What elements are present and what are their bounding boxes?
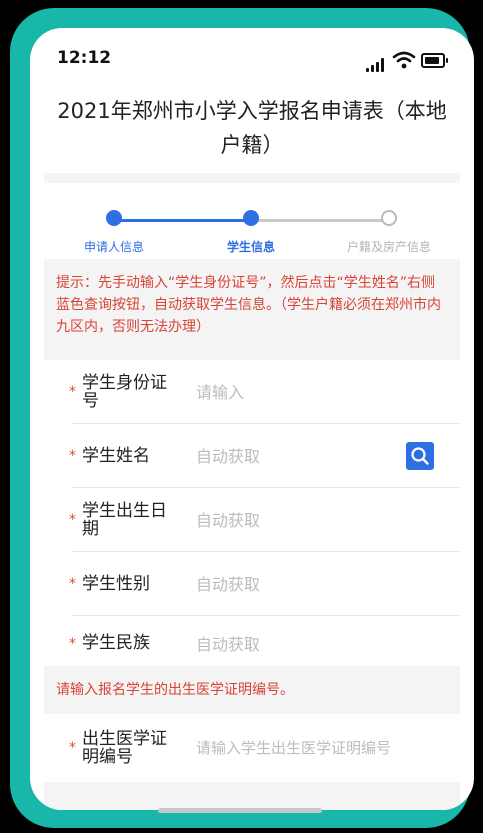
wifi-icon — [392, 51, 416, 69]
field-birth-cert: * 出生医学证明编号 — [44, 714, 460, 782]
field-student-birthdate: * 学生出生日期 — [44, 488, 460, 552]
required-mark: * — [69, 448, 76, 464]
signal-icon — [366, 58, 386, 72]
step-dot-3 — [381, 210, 397, 226]
required-mark: * — [69, 636, 76, 652]
search-icon — [411, 447, 429, 465]
field-student-gender: * 学生性别 — [44, 552, 460, 616]
page-title: 2021年郑州市小学入学报名申请表（本地户籍） — [57, 99, 447, 157]
hint-text: 提示：先手动输入“学生身份证号”，然后点击“学生姓名”右侧蓝色查询按钮，自动获取… — [44, 261, 460, 348]
label-student-birthdate: 学生出生日期 — [82, 501, 167, 539]
student-id-input[interactable] — [196, 360, 436, 424]
step-connector-done — [114, 219, 251, 222]
step-dot-2 — [243, 210, 259, 226]
student-birthdate-input[interactable] — [196, 488, 436, 552]
required-mark: * — [69, 512, 76, 528]
search-button[interactable] — [406, 442, 434, 470]
birth-cert-input[interactable] — [196, 714, 436, 782]
label-student-ethnicity: 学生民族 — [82, 633, 150, 653]
label-student-id: 学生身份证号 — [82, 373, 167, 411]
step-dot-1 — [106, 210, 122, 226]
required-mark: * — [69, 740, 76, 756]
student-ethnicity-input[interactable] — [196, 616, 436, 672]
home-indicator[interactable] — [158, 808, 322, 813]
field-student-ethnicity: * 学生民族 — [44, 616, 460, 672]
form-content: 申请人信息 学生信息 户籍及房产信息 提示：先手动输入“学生身份证号”，然后点击… — [44, 173, 460, 810]
label-student-gender: 学生性别 — [82, 574, 150, 594]
status-bar: 12:12 — [30, 28, 474, 84]
step-label-applicant[interactable]: 申请人信息 — [54, 238, 174, 255]
field-student-id: * 学生身份证号 — [44, 360, 460, 424]
step-connector-todo — [251, 219, 389, 222]
battery-icon — [421, 53, 448, 68]
student-name-input[interactable] — [196, 424, 436, 488]
step-label-student[interactable]: 学生信息 — [191, 238, 311, 255]
label-student-name: 学生姓名 — [82, 446, 150, 466]
field-student-name: * 学生姓名 — [44, 424, 460, 488]
screen: 12:12 2021年郑州市小学入学报名申请表（本地户籍） 申请人信息 学生信息… — [30, 28, 474, 810]
status-time: 12:12 — [57, 48, 112, 68]
step-label-household[interactable]: 户籍及房产信息 — [329, 238, 449, 255]
required-mark: * — [69, 384, 76, 400]
step-progress: 申请人信息 学生信息 户籍及房产信息 — [44, 183, 460, 259]
label-birth-cert: 出生医学证明编号 — [82, 729, 167, 767]
required-mark: * — [69, 576, 76, 592]
device-frame: 12:12 2021年郑州市小学入学报名申请表（本地户籍） 申请人信息 学生信息… — [10, 8, 474, 828]
student-gender-input[interactable] — [196, 552, 436, 616]
birth-cert-notice: 请输入报名学生的出生医学证明编号。 — [44, 666, 460, 714]
